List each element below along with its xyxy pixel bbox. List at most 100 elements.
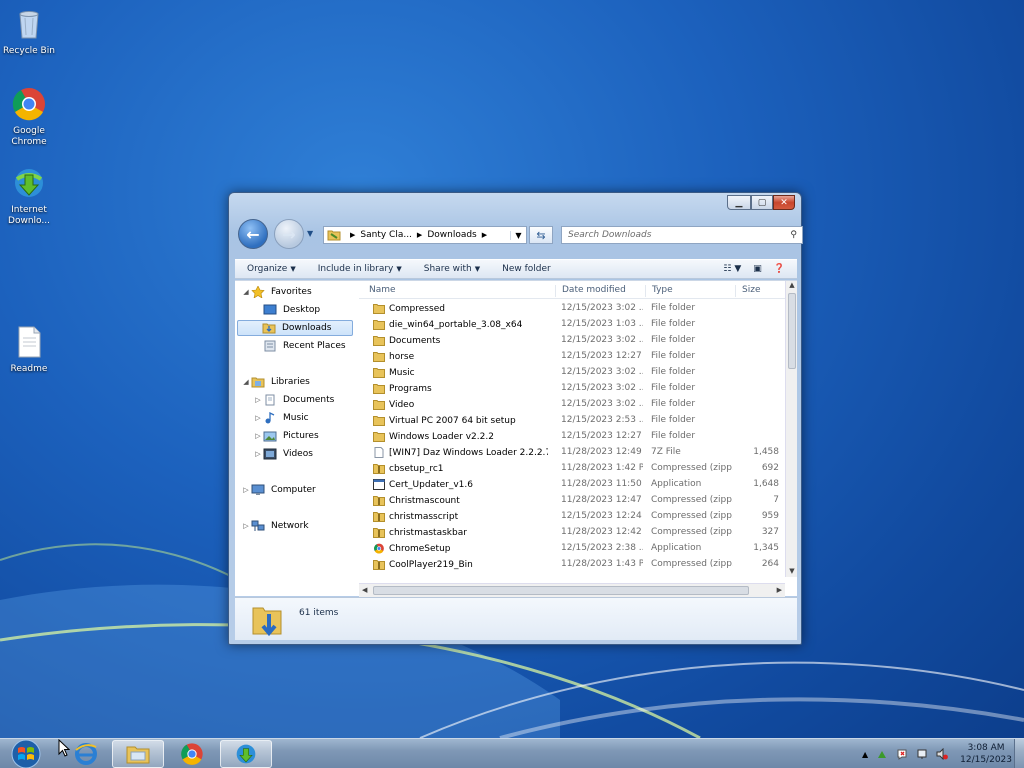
nav-downloads[interactable]: Downloads	[237, 320, 353, 336]
maximize-button[interactable]: ▢	[751, 195, 773, 210]
nav-computer[interactable]: ▷ Computer	[241, 482, 316, 498]
file-name: christmasscript	[373, 511, 548, 522]
address-dropdown-icon[interactable]: ▼	[510, 230, 526, 240]
expand-arrow-icon[interactable]: ▷	[241, 522, 251, 530]
scroll-right-icon[interactable]: ▶	[777, 586, 782, 594]
refresh-button[interactable]: ⇆	[529, 226, 553, 244]
pictures-icon	[263, 431, 277, 442]
file-row[interactable]: cbsetup_rc1 11/28/2023 1:42 PM Compressed …	[359, 460, 785, 476]
recent-pages-dropdown[interactable]: ▼	[307, 229, 313, 238]
command-bar: Organize ▼ Include in library ▼ Share with…	[235, 259, 797, 279]
nav-documents[interactable]: ▷ Documents	[253, 392, 334, 408]
new-folder-button[interactable]: New folder	[502, 264, 551, 274]
scroll-left-icon[interactable]: ◀	[362, 586, 367, 594]
column-header-name[interactable]: Name	[363, 285, 553, 297]
folder-icon	[373, 400, 385, 410]
address-bar[interactable]: ▶ Santy Cla... ▶ Downloads ▶ ▼	[323, 226, 527, 244]
show-desktop-button[interactable]	[1014, 739, 1024, 768]
file-row[interactable]: ChromeSetup 12/15/2023 2:38 ... Applicatio…	[359, 540, 785, 556]
file-row[interactable]: [WIN7] Daz Windows Loader 2.2.2.7z 11/28/…	[359, 444, 785, 460]
nav-videos[interactable]: ▷ Videos	[253, 446, 313, 462]
file-row[interactable]: die_win64_portable_3.08_x64 12/15/2023 1:…	[359, 316, 785, 332]
navigation-pane: ◢ Favorites Desktop Downloads Recent Pla…	[235, 281, 359, 597]
taskbar-windows-explorer[interactable]	[112, 740, 164, 768]
horizontal-scrollbar[interactable]: ◀ ▶	[359, 583, 785, 597]
expand-arrow-icon[interactable]: ▷	[253, 432, 263, 440]
file-row[interactable]: Windows Loader v2.2.2 12/15/2023 12:27 ..…	[359, 428, 785, 444]
column-header-size[interactable]: Size	[735, 285, 775, 297]
scrollbar-thumb[interactable]	[373, 586, 749, 595]
file-row[interactable]: Compressed 12/15/2023 3:02 ... File folder	[359, 300, 785, 316]
vertical-scrollbar[interactable]: ▲ ▼	[785, 281, 797, 577]
file-row[interactable]: Cert_Updater_v1.6 11/28/2023 11:50 ... App…	[359, 476, 785, 492]
file-row[interactable]: Christmascount 11/28/2023 12:47 ... Compre…	[359, 492, 785, 508]
file-name: CoolPlayer219_Bin	[373, 559, 548, 570]
breadcrumb-item[interactable]: Downloads	[427, 230, 476, 240]
include-in-library-button[interactable]: Include in library ▼	[318, 264, 402, 274]
file-row[interactable]: Programs 12/15/2023 3:02 ... File folder	[359, 380, 785, 396]
share-with-button[interactable]: Share with ▼	[424, 264, 480, 274]
file-row[interactable]: christmasscript 12/15/2023 12:24 ... Compr…	[359, 508, 785, 524]
file-type: Compressed (zipp...	[651, 463, 733, 473]
chrome-icon	[12, 88, 45, 121]
network-tray-icon[interactable]	[916, 748, 928, 760]
application-icon	[373, 479, 385, 490]
expand-arrow-icon[interactable]: ▷	[253, 414, 263, 422]
taskbar-internet-download-manager[interactable]	[220, 740, 272, 768]
file-row[interactable]: CoolPlayer219_Bin 11/28/2023 1:43 PM Compr…	[359, 556, 785, 572]
expand-arrow-icon[interactable]: ▷	[253, 450, 263, 458]
nav-desktop[interactable]: Desktop	[253, 302, 320, 318]
scrollbar-thumb[interactable]	[788, 293, 796, 369]
file-name: [WIN7] Daz Windows Loader 2.2.2.7z	[373, 447, 548, 458]
preview-pane-icon[interactable]: ▣	[753, 264, 762, 274]
collapse-arrow-icon[interactable]: ◢	[241, 288, 251, 296]
internet-download-manager-icon	[15, 169, 43, 197]
file-row[interactable]: Documents 12/15/2023 3:02 ... File folder	[359, 332, 785, 348]
file-row[interactable]: Music 12/15/2023 3:02 ... File folder	[359, 364, 785, 380]
column-header-date[interactable]: Date modified	[555, 285, 645, 297]
expand-arrow-icon[interactable]: ▷	[241, 486, 251, 494]
collapse-arrow-icon[interactable]: ◢	[241, 378, 251, 386]
change-view-icon[interactable]: ☷ ▼	[723, 264, 741, 274]
nav-music[interactable]: ▷ Music	[253, 410, 309, 426]
clock[interactable]: 3:08 AM 12/15/2023	[960, 742, 1012, 766]
desktop-icon-internet-download-manager[interactable]: Internet Downlo...	[0, 165, 58, 227]
expand-arrow-icon[interactable]: ▷	[253, 396, 263, 404]
file-type: File folder	[651, 367, 696, 377]
search-input[interactable]: Search Downloads ⚲	[561, 226, 803, 244]
documents-icon	[265, 394, 275, 406]
column-header-type[interactable]: Type	[645, 285, 735, 297]
file-row[interactable]: Video 12/15/2023 3:02 ... File folder	[359, 396, 785, 412]
nav-favorites[interactable]: ◢ Favorites	[241, 284, 312, 300]
download-manager-tray-icon[interactable]	[876, 748, 888, 760]
file-row[interactable]: horse 12/15/2023 12:27 ... File folder	[359, 348, 785, 364]
forward-button[interactable]: →	[274, 219, 304, 249]
file-size: 264	[761, 559, 779, 569]
nav-recent-places[interactable]: Recent Places	[253, 338, 346, 354]
desktop-icon-recycle-bin[interactable]: Recycle Bin	[0, 6, 58, 57]
search-icon[interactable]: ⚲	[790, 230, 797, 240]
folder-icon	[373, 304, 385, 314]
clock-date: 12/15/2023	[960, 755, 1012, 765]
action-center-icon[interactable]	[896, 748, 908, 760]
help-icon[interactable]: ❓	[774, 264, 785, 274]
nav-libraries[interactable]: ◢ Libraries	[241, 374, 310, 390]
desktop-icon-readme[interactable]: Readme	[0, 324, 58, 375]
nav-network[interactable]: ▷ Network	[241, 518, 309, 534]
minimize-button[interactable]: ▁	[727, 195, 751, 210]
back-button[interactable]: ←	[238, 219, 268, 249]
file-row[interactable]: Virtual PC 2007 64 bit setup 12/15/2023 2…	[359, 412, 785, 428]
taskbar-google-chrome[interactable]	[166, 740, 218, 768]
scroll-up-icon[interactable]: ▲	[786, 281, 798, 291]
organize-button[interactable]: Organize ▼	[247, 264, 296, 274]
breadcrumb-item[interactable]: Santy Cla...	[360, 230, 412, 240]
file-name: Video	[373, 399, 548, 410]
start-button[interactable]	[8, 739, 44, 768]
file-row[interactable]: christmastaskbar 11/28/2023 12:42 ... Comp…	[359, 524, 785, 540]
close-button[interactable]: ✕	[773, 195, 795, 210]
volume-muted-icon[interactable]	[936, 748, 949, 760]
scroll-down-icon[interactable]: ▼	[786, 567, 798, 577]
show-hidden-icons-icon[interactable]: ▲	[862, 750, 868, 759]
desktop-icon-google-chrome[interactable]: Google Chrome	[0, 86, 58, 148]
nav-pictures[interactable]: ▷ Pictures	[253, 428, 319, 444]
